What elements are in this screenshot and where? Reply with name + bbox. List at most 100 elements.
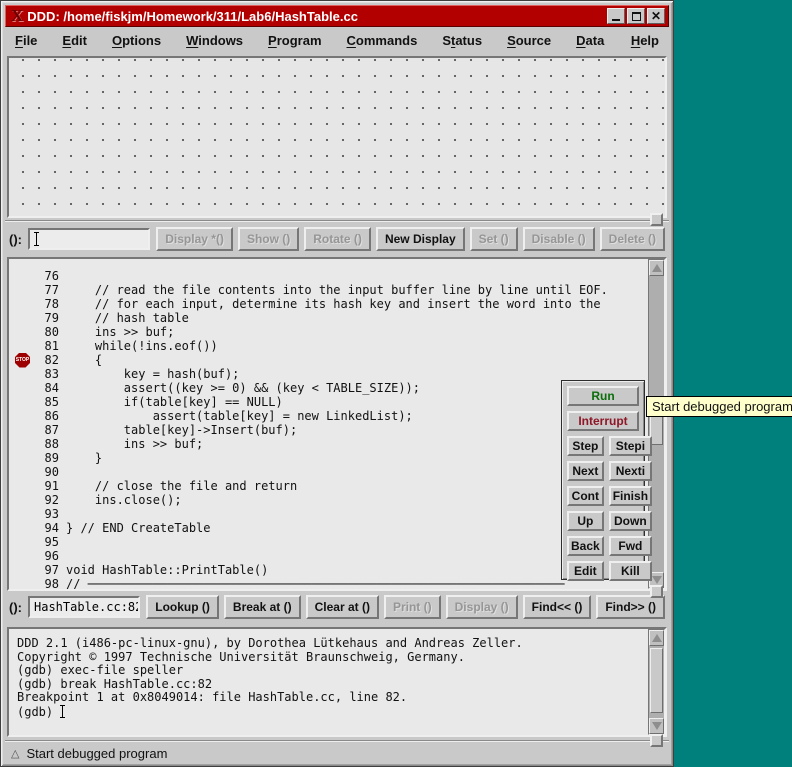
- source-toolbar-button[interactable]: Find<< (): [523, 595, 592, 619]
- source-line[interactable]: STOP 80 ins >> buf;: [15, 325, 648, 339]
- display-toolbar-button: Disable (): [523, 227, 595, 251]
- pane-sash-data[interactable]: [650, 213, 663, 226]
- data-display-canvas[interactable]: [7, 56, 667, 218]
- command-button[interactable]: Up: [567, 511, 604, 531]
- command-button[interactable]: Cont: [567, 486, 604, 506]
- source-toolbar-button[interactable]: Find>> (): [596, 595, 665, 619]
- source-toolbar-button[interactable]: Lookup (): [146, 595, 219, 619]
- arrow-down-icon: [652, 576, 662, 584]
- menu-item[interactable]: Edit: [62, 33, 87, 48]
- source-line[interactable]: STOP 87 table[key]->Insert(buf);: [15, 423, 648, 437]
- line-number: 97: [35, 563, 59, 577]
- line-text: // close the file and return: [66, 479, 297, 493]
- source-line[interactable]: STOP 97 void HashTable::PrintTable(): [15, 563, 648, 577]
- source-toolbar-button[interactable]: Break at (): [224, 595, 301, 619]
- display-toolbar-button[interactable]: New Display: [376, 227, 465, 251]
- breakpoint-marker[interactable]: STOP: [15, 353, 35, 367]
- source-arg-input[interactable]: HashTable.cc:82: [28, 596, 140, 618]
- command-button[interactable]: Kill: [609, 561, 652, 581]
- menu-item[interactable]: Program: [268, 33, 321, 48]
- line-number: 80: [35, 325, 59, 339]
- source-toolbar-button[interactable]: Clear at (): [306, 595, 379, 619]
- source-line[interactable]: STOP 86 assert(table[key] = new LinkedLi…: [15, 409, 648, 423]
- display-toolbar-button: Display *(): [156, 227, 233, 251]
- command-button[interactable]: Nexti: [609, 461, 652, 481]
- source-line[interactable]: STOP 76: [15, 269, 648, 283]
- source-line[interactable]: STOP 79 // hash table: [15, 311, 648, 325]
- source-line[interactable]: STOP 78 // for each input, determine its…: [15, 297, 648, 311]
- line-text: // ─────────────────────────────────────…: [66, 577, 565, 589]
- scroll-up-button[interactable]: [649, 630, 664, 646]
- source-line[interactable]: STOP 77 // read the file contents into t…: [15, 283, 648, 297]
- pane-sash-source[interactable]: [650, 585, 663, 598]
- console-line: (gdb) break HashTable.cc:82: [17, 678, 648, 692]
- line-number: 77: [35, 283, 59, 297]
- command-button[interactable]: Finish: [609, 486, 652, 506]
- source-line[interactable]: STOP 96: [15, 549, 648, 563]
- gdb-console: DDD 2.1 (i486-pc-linux-gnu), by Dorothea…: [7, 627, 667, 737]
- source-code-area[interactable]: STOP 76 STOP 77 // read the file content…: [9, 259, 648, 589]
- menu-item-help[interactable]: Help: [631, 33, 659, 48]
- menu-item[interactable]: Source: [507, 33, 551, 48]
- source-line[interactable]: STOP 82 {: [15, 353, 648, 367]
- menu-item[interactable]: Data: [576, 33, 604, 48]
- command-button[interactable]: Down: [609, 511, 652, 531]
- command-button[interactable]: Stepi: [609, 436, 652, 456]
- source-line[interactable]: STOP 91 // close the file and return: [15, 479, 648, 493]
- console-line: Copyright © 1997 Technische Universität …: [17, 651, 648, 665]
- display-arg-input[interactable]: [28, 228, 150, 250]
- command-button[interactable]: Fwd: [609, 536, 652, 556]
- menu-item[interactable]: Commands: [347, 33, 418, 48]
- scroll-trough[interactable]: [649, 646, 664, 718]
- close-icon: ✕: [651, 10, 661, 22]
- scroll-down-button[interactable]: [649, 718, 664, 734]
- line-text: while(!ins.eof()): [66, 339, 218, 353]
- pane-sash-console[interactable]: [650, 734, 663, 747]
- status-led-icon: △: [11, 747, 19, 760]
- scroll-up-button[interactable]: [649, 260, 664, 276]
- close-button[interactable]: ✕: [647, 8, 665, 24]
- line-text: table[key]->Insert(buf);: [66, 423, 297, 437]
- arrow-up-icon: [652, 634, 662, 642]
- console-scrollbar[interactable]: [648, 629, 665, 735]
- source-line[interactable]: STOP 85 if(table[key] == NULL): [15, 395, 648, 409]
- scroll-thumb[interactable]: [650, 648, 663, 713]
- command-button[interactable]: Back: [567, 536, 604, 556]
- line-number: 92: [35, 493, 59, 507]
- display-toolbar-button: Rotate (): [304, 227, 371, 251]
- source-line[interactable]: STOP 83 key = hash(buf);: [15, 367, 648, 381]
- menu-item[interactable]: File: [15, 33, 37, 48]
- source-line[interactable]: STOP 98 // ─────────────────────────────…: [15, 577, 648, 589]
- source-line[interactable]: STOP 94 } // END CreateTable: [15, 521, 648, 535]
- source-line[interactable]: STOP 92 ins.close();: [15, 493, 648, 507]
- minimize-button[interactable]: [607, 8, 625, 24]
- line-text: void HashTable::PrintTable(): [66, 563, 268, 577]
- command-button[interactable]: Next: [567, 461, 604, 481]
- line-text: if(table[key] == NULL): [66, 395, 283, 409]
- line-text: // read the file contents into the input…: [66, 283, 608, 297]
- interrupt-button[interactable]: Interrupt: [567, 411, 639, 431]
- window-titlebar[interactable]: X DDD: /home/fiskjm/Homework/311/Lab6/Ha…: [5, 5, 669, 27]
- maximize-button[interactable]: [627, 8, 645, 24]
- source-line[interactable]: STOP 90: [15, 465, 648, 479]
- command-button[interactable]: Step: [567, 436, 604, 456]
- menu-item[interactable]: Windows: [186, 33, 243, 48]
- source-line[interactable]: STOP 93: [15, 507, 648, 521]
- source-line[interactable]: STOP 84 assert((key >= 0) && (key < TABL…: [15, 381, 648, 395]
- line-number: 98: [35, 577, 59, 589]
- source-line[interactable]: STOP 88 ins >> buf;: [15, 437, 648, 451]
- menu-item[interactable]: Options: [112, 33, 161, 48]
- line-number: 91: [35, 479, 59, 493]
- line-text: assert((key >= 0) && (key < TABLE_SIZE))…: [66, 381, 420, 395]
- console-line: (gdb): [17, 705, 648, 719]
- line-number: 84: [35, 381, 59, 395]
- display-toolbar: (): Display *()Show ()Rotate ()New Displ…: [7, 225, 667, 253]
- display-arg-label: ():: [9, 232, 22, 247]
- command-button[interactable]: Edit: [567, 561, 604, 581]
- source-line[interactable]: STOP 95: [15, 535, 648, 549]
- source-line[interactable]: STOP 89 }: [15, 451, 648, 465]
- menu-item[interactable]: Status: [442, 33, 482, 48]
- console-text-area[interactable]: DDD 2.1 (i486-pc-linux-gnu), by Dorothea…: [9, 629, 648, 735]
- run-button[interactable]: Run: [567, 386, 639, 406]
- source-line[interactable]: STOP 81 while(!ins.eof()): [15, 339, 648, 353]
